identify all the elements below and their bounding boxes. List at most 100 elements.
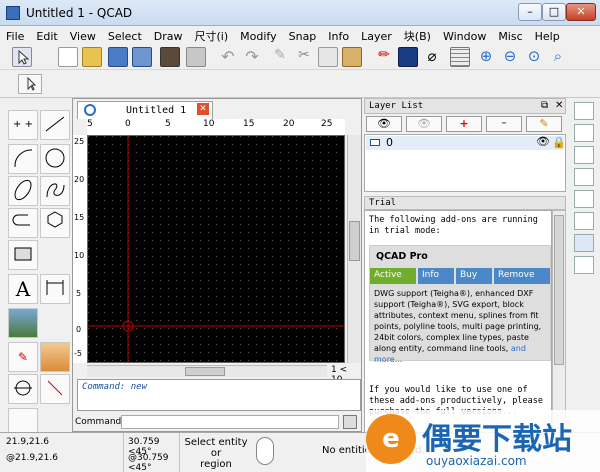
select-pointer-icon[interactable]	[12, 47, 32, 67]
redo-icon[interactable]: ↷	[242, 47, 262, 67]
addon-tab-remove[interactable]: Remove	[494, 268, 550, 284]
hint-line-1: Select entity or	[184, 437, 248, 459]
addon-tab-info[interactable]: Info	[418, 268, 454, 284]
menu-bar: File Edit View Select Draw 尺寸(i) Modify Snap Inf…	[0, 26, 600, 44]
trial-intro: The following add-ons are running in tri…	[369, 215, 538, 236]
layer-row[interactable]: 0 👁 🔒	[366, 135, 566, 150]
print-icon[interactable]	[186, 47, 206, 67]
close-button[interactable]: ✕	[566, 3, 596, 21]
dimension-tool-icon[interactable]	[40, 274, 70, 304]
ruler-tick-label: 10	[74, 251, 85, 260]
watermark-title: 偶要下载站	[422, 422, 572, 457]
undo-icon[interactable]: ↶	[218, 47, 238, 67]
zoom-auto-icon[interactable]: ⊙	[524, 47, 544, 67]
pen-icon[interactable]: ✏	[374, 47, 394, 67]
layer-list-titlebar: Layer List ⧉ ✕	[364, 98, 566, 114]
ruler-tick-label: 0	[76, 325, 82, 334]
save-icon[interactable]	[108, 47, 128, 67]
vertical-scroll-thumb[interactable]	[349, 221, 360, 261]
relative-polar-coordinates: @30.759 <45°	[128, 453, 169, 472]
document-tab-title: Untitled 1	[126, 105, 187, 116]
grid-icon[interactable]	[450, 47, 470, 67]
image-tool-icon[interactable]	[8, 308, 38, 338]
layer-color-swatch	[370, 139, 380, 146]
watermark: e 偶要下载站 ouyaoxiazai.com	[366, 410, 600, 472]
circle-tool-icon[interactable]	[40, 144, 70, 174]
polyline-tool-icon[interactable]	[8, 208, 38, 238]
cut-icon[interactable]: ✂	[294, 47, 314, 67]
ruler-tick-label: 5	[87, 119, 93, 129]
addon-box: QCAD Pro Active Info Buy Remove DWG supp…	[369, 245, 551, 364]
point-tool-icon[interactable]: + +	[8, 110, 38, 140]
layer-list-panel-icon[interactable]	[574, 102, 594, 120]
library-browser-icon[interactable]	[574, 146, 594, 164]
remove-layer-icon[interactable]: –	[486, 116, 522, 132]
shapes-tool-icon[interactable]	[40, 208, 70, 238]
command-input[interactable]	[121, 415, 339, 429]
hatch-tool-icon[interactable]	[8, 240, 38, 270]
layer-visible-icon[interactable]: 👁	[536, 135, 550, 148]
ruler-tick-label: 10	[203, 119, 215, 129]
ellipse-tool-icon[interactable]	[8, 176, 38, 206]
close-document-icon[interactable]: ✕	[197, 103, 209, 115]
hide-all-layers-icon[interactable]: 👁	[406, 116, 442, 132]
addon-tabs: Active Info Buy Remove	[370, 268, 550, 284]
window-title: Untitled 1 - QCAD	[26, 6, 133, 20]
maximize-button[interactable]: □	[542, 3, 566, 21]
line-tool-icon[interactable]	[40, 110, 70, 140]
open-folder-icon[interactable]	[82, 47, 102, 67]
arc-tool-icon[interactable]	[8, 144, 38, 174]
measure-tool-icon[interactable]	[40, 374, 70, 404]
block-list-panel-icon[interactable]	[574, 124, 594, 142]
addon-name: QCAD Pro	[376, 251, 428, 262]
eraser-icon[interactable]: ✎	[270, 47, 290, 67]
view-list-icon[interactable]	[574, 234, 594, 252]
menu-dimension[interactable]: 尺寸(i)	[189, 26, 235, 44]
document-tab[interactable]: Untitled 1	[77, 101, 213, 119]
trial-scroll-thumb[interactable]	[554, 215, 564, 365]
command-line-panel-icon[interactable]	[574, 212, 594, 230]
float-panel-icon[interactable]: ⧉	[541, 100, 548, 111]
absolute-coordinates: 21.9,21.6	[6, 437, 49, 447]
linetype-icon[interactable]: ⌀	[422, 47, 442, 67]
zoom-window-icon[interactable]: ⌕	[548, 47, 568, 67]
trial-titlebar: Trial	[364, 196, 566, 210]
horizontal-scrollbar[interactable]	[87, 365, 327, 377]
command-history-toggle-icon[interactable]	[343, 415, 357, 429]
layer-lock-icon[interactable]: 🔒	[552, 136, 566, 149]
options-toolbar	[0, 70, 600, 98]
modify-tool-icon[interactable]: ✎	[8, 342, 38, 372]
zoom-out-icon[interactable]: ⊖	[500, 47, 520, 67]
copy-icon[interactable]	[318, 47, 338, 67]
zoom-in-icon[interactable]: ⊕	[476, 47, 496, 67]
snap-tool-icon[interactable]	[8, 374, 38, 404]
spline-tool-icon[interactable]	[40, 176, 70, 206]
drawing-canvas[interactable]	[87, 135, 345, 363]
addon-tab-active[interactable]: Active	[370, 268, 416, 284]
clipboard-panel-icon[interactable]	[574, 256, 594, 274]
edit-layer-icon[interactable]: ✎	[526, 116, 562, 132]
right-dock: Layer List ⧉ ✕ 👁 👁 + – ✎ 0 👁 🔒 Trial The…	[364, 98, 566, 434]
add-layer-icon[interactable]: +	[446, 116, 482, 132]
script-icon[interactable]	[160, 47, 180, 67]
ruler-tick-label: 15	[74, 213, 85, 222]
block-tool-icon[interactable]	[40, 342, 70, 372]
text-tool-icon[interactable]: A	[8, 274, 38, 304]
select-tool-icon[interactable]	[18, 74, 42, 94]
minimize-button[interactable]: –	[518, 3, 542, 21]
close-panel-icon[interactable]: ✕	[555, 100, 563, 111]
layer-list: 0 👁 🔒	[364, 134, 566, 192]
addon-tab-buy[interactable]: Buy	[456, 268, 492, 284]
selection-filter-icon[interactable]	[574, 190, 594, 208]
vertical-scrollbar[interactable]	[347, 135, 361, 363]
color-icon[interactable]	[398, 47, 418, 67]
new-file-icon[interactable]	[58, 47, 78, 67]
paste-icon[interactable]	[342, 47, 362, 67]
show-all-layers-icon[interactable]: 👁	[366, 116, 402, 132]
menu-block[interactable]: 块(B)	[398, 26, 437, 44]
save-as-icon[interactable]	[132, 47, 152, 67]
qcad-doc-icon	[84, 104, 96, 116]
property-editor-icon[interactable]	[574, 168, 594, 186]
trial-scrollbar[interactable]	[552, 210, 566, 434]
horizontal-scroll-thumb[interactable]	[185, 367, 225, 376]
